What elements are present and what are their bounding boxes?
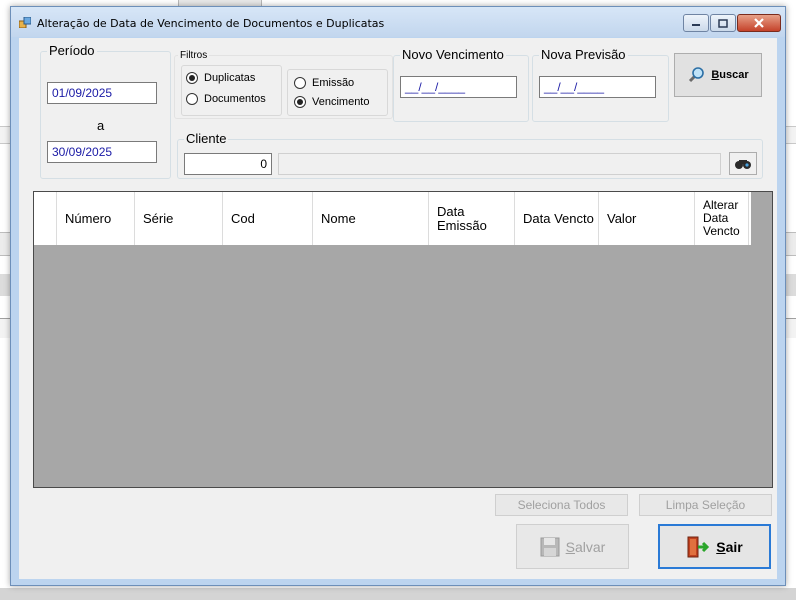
- radio-emissao-indicator: [294, 77, 306, 89]
- column-cod[interactable]: Cod: [223, 192, 313, 245]
- radio-documentos-indicator: [186, 93, 198, 105]
- dialog-client-area: Período 01/09/2025 a 30/09/2025 Filtros …: [19, 38, 777, 579]
- nova-previsao-input[interactable]: __/__/____: [539, 76, 656, 98]
- cliente-name-field: [278, 153, 721, 175]
- save-disk-icon: [540, 537, 560, 556]
- radio-documentos-label: Documentos: [204, 93, 266, 105]
- maximize-button[interactable]: [710, 14, 736, 32]
- filtros-tipo-box: Duplicatas Documentos: [181, 65, 282, 116]
- documents-grid[interactable]: Número Série Cod Nome Data Emissão Data …: [33, 191, 773, 488]
- window-title: Alteração de Data de Vencimento de Docum…: [37, 17, 385, 30]
- column-serie[interactable]: Série: [135, 192, 223, 245]
- limpa-selecao-button[interactable]: Limpa Seleção: [639, 494, 772, 516]
- sair-label: air: [725, 538, 743, 555]
- radio-documentos[interactable]: Documentos: [186, 93, 266, 105]
- novo-vencimento-title: Novo Vencimento: [400, 47, 506, 62]
- sair-button[interactable]: Sair: [658, 524, 771, 569]
- close-icon: [754, 18, 764, 28]
- cliente-code-input[interactable]: 0: [184, 153, 272, 175]
- column-data-vencto[interactable]: Data Vencto: [515, 192, 599, 245]
- filtros-data-box: Emissão Vencimento: [287, 69, 388, 116]
- cliente-lookup-button[interactable]: [729, 152, 757, 175]
- filtros-group: Filtros Duplicatas Documentos Emissão Ve…: [174, 50, 393, 119]
- grid-row-header-corner: [34, 192, 57, 245]
- radio-vencimento[interactable]: Vencimento: [294, 96, 369, 108]
- close-button[interactable]: [737, 14, 781, 32]
- column-data-emissao[interactable]: Data Emissão: [429, 192, 515, 245]
- buscar-button[interactable]: Buscar: [674, 53, 762, 97]
- grid-header-filler: [751, 192, 772, 245]
- periodo-end-input[interactable]: 30/09/2025: [47, 141, 157, 163]
- maximize-icon: [718, 18, 728, 28]
- filtros-title: Filtros: [178, 50, 210, 61]
- salvar-label: alvar: [574, 538, 606, 555]
- nova-previsao-title: Nova Previsão: [539, 47, 628, 62]
- salvar-mnemonic: S: [565, 538, 575, 555]
- radio-vencimento-indicator: [294, 96, 306, 108]
- app-form-icon: [19, 17, 31, 28]
- minimize-button[interactable]: [683, 14, 709, 32]
- radio-vencimento-label: Vencimento: [312, 96, 370, 108]
- background-statusbar: [0, 588, 796, 600]
- cliente-title: Cliente: [184, 131, 229, 146]
- radio-emissao[interactable]: Emissão: [294, 77, 354, 89]
- column-valor[interactable]: Valor: [599, 192, 695, 245]
- binoculars-icon: [735, 159, 751, 169]
- nova-previsao-group: Nova Previsão __/__/____: [532, 47, 669, 122]
- minimize-icon: [692, 24, 700, 26]
- cliente-group: Cliente 0: [177, 131, 763, 179]
- novo-vencimento-group: Novo Vencimento __/__/____: [393, 47, 529, 122]
- search-icon: [689, 67, 705, 83]
- periodo-start-input[interactable]: 01/09/2025: [47, 82, 157, 104]
- periodo-separator: a: [97, 118, 105, 133]
- column-alterar-data-vencto[interactable]: Alterar Data Vencto: [695, 192, 749, 245]
- buscar-label: uscar: [719, 69, 749, 81]
- column-numero[interactable]: Número: [57, 192, 135, 245]
- periodo-group: Período 01/09/2025 a 30/09/2025: [40, 43, 171, 179]
- radio-emissao-label: Emissão: [312, 77, 355, 89]
- dialog-window: Alteração de Data de Vencimento de Docum…: [10, 6, 786, 586]
- seleciona-todos-button[interactable]: Seleciona Todos: [495, 494, 628, 516]
- radio-duplicatas[interactable]: Duplicatas: [186, 72, 255, 84]
- sair-mnemonic: S: [716, 538, 726, 555]
- exit-door-icon: [687, 536, 710, 557]
- salvar-button[interactable]: Salvar: [516, 524, 629, 569]
- title-bar[interactable]: Alteração de Data de Vencimento de Docum…: [11, 7, 785, 37]
- novo-vencimento-input[interactable]: __/__/____: [400, 76, 517, 98]
- grid-header: Número Série Cod Nome Data Emissão Data …: [34, 192, 751, 245]
- column-nome[interactable]: Nome: [313, 192, 429, 245]
- radio-duplicatas-indicator: [186, 72, 198, 84]
- periodo-title: Período: [47, 43, 97, 58]
- radio-duplicatas-label: Duplicatas: [204, 72, 256, 84]
